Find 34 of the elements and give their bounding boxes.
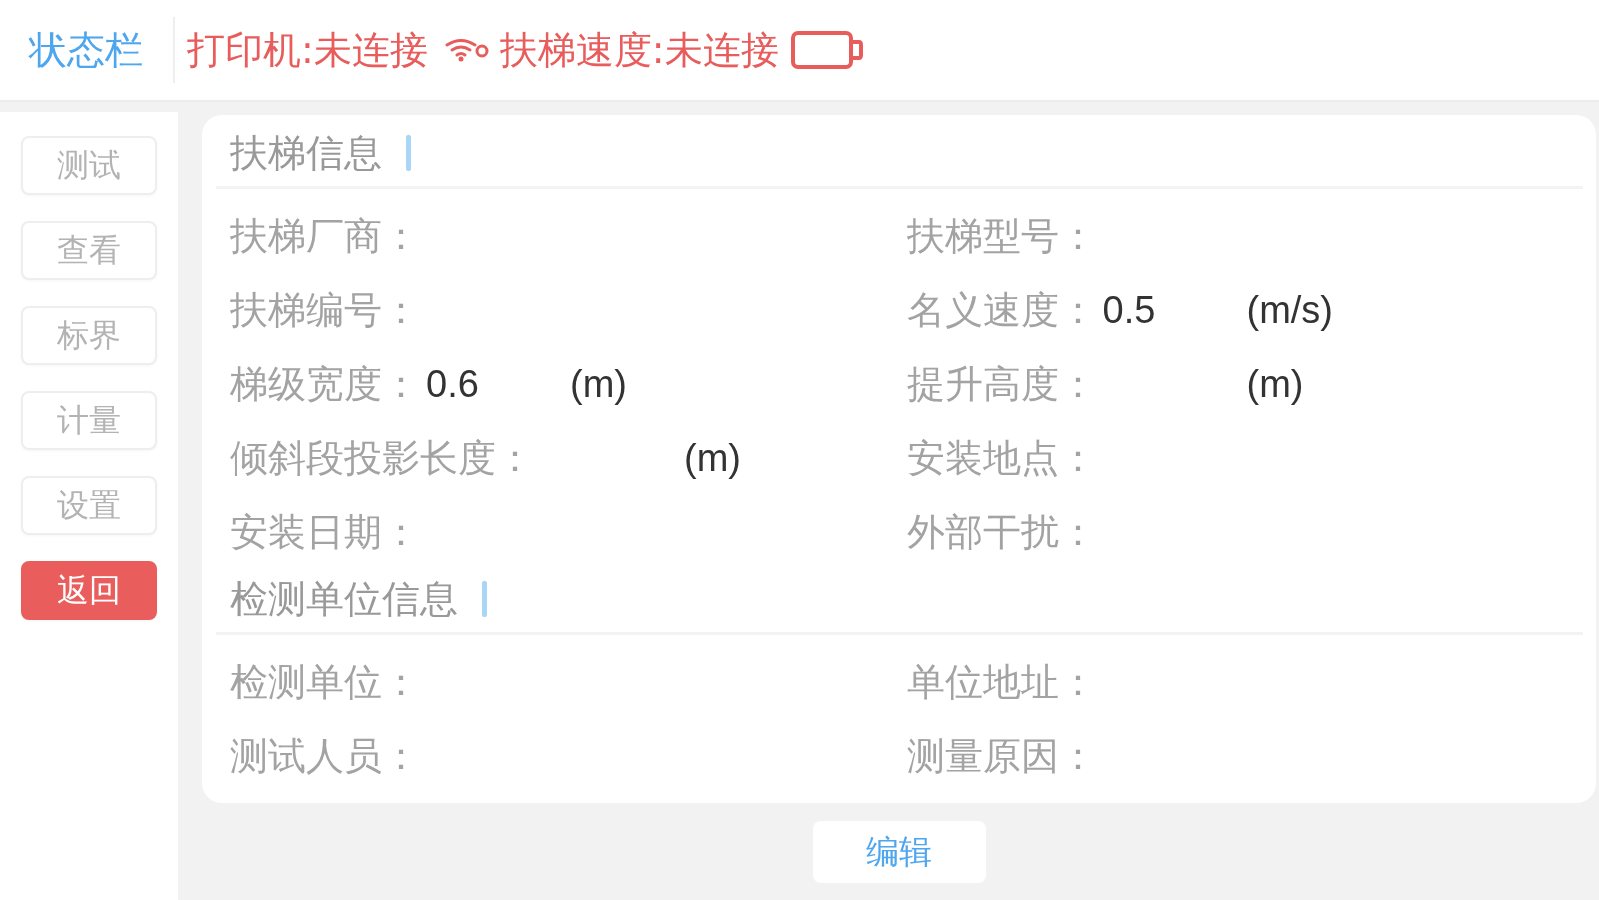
- nav-button[interactable]: 测试: [21, 136, 157, 195]
- section-title: 扶梯信息: [230, 129, 382, 177]
- nav-button[interactable]: 计量: [21, 391, 157, 450]
- field-label: 扶梯型号：: [906, 212, 1097, 260]
- field-label: 检测单位：: [230, 658, 420, 706]
- field-label: 外部干扰：: [906, 508, 1097, 556]
- field-label: 测量原因：: [906, 732, 1097, 780]
- field-label: 名义速度：: [906, 286, 1097, 334]
- accent-bar: [406, 135, 411, 171]
- field-label: 倾斜段投影长度：: [230, 434, 534, 482]
- nav-button[interactable]: 设置: [21, 476, 157, 535]
- field-label: 提升高度：: [906, 360, 1097, 408]
- field-label: 测试人员：: [230, 732, 420, 780]
- edit-button[interactable]: 编辑: [812, 821, 986, 883]
- field-label: 扶梯编号：: [230, 286, 420, 334]
- field-label: 安装日期：: [230, 508, 420, 556]
- section-title: 检测单位信息: [230, 575, 458, 623]
- unit-label: (m/s): [1246, 288, 1334, 332]
- accent-bar: [482, 581, 487, 617]
- escalator-speed-status: 扶梯速度:未连接: [499, 26, 779, 74]
- unit-label: (m): [1246, 362, 1304, 406]
- printer-status: 打印机:未连接: [187, 26, 428, 74]
- field-label: 安装地点：: [906, 434, 1097, 482]
- field-label: 单位地址：: [906, 658, 1097, 706]
- nav-button[interactable]: 查看: [21, 221, 157, 280]
- back-button[interactable]: 返回: [21, 561, 157, 620]
- status-bar-title: 状态栏: [29, 26, 143, 74]
- nav-button[interactable]: 标界: [21, 306, 157, 365]
- unit-label: (m): [570, 362, 627, 406]
- field-label: 梯级宽度：: [230, 360, 420, 408]
- field-value: 0.5: [1102, 288, 1156, 332]
- field-label: 扶梯厂商：: [230, 212, 420, 260]
- unit-label: (m): [684, 436, 741, 480]
- field-value: 0.6: [426, 362, 479, 406]
